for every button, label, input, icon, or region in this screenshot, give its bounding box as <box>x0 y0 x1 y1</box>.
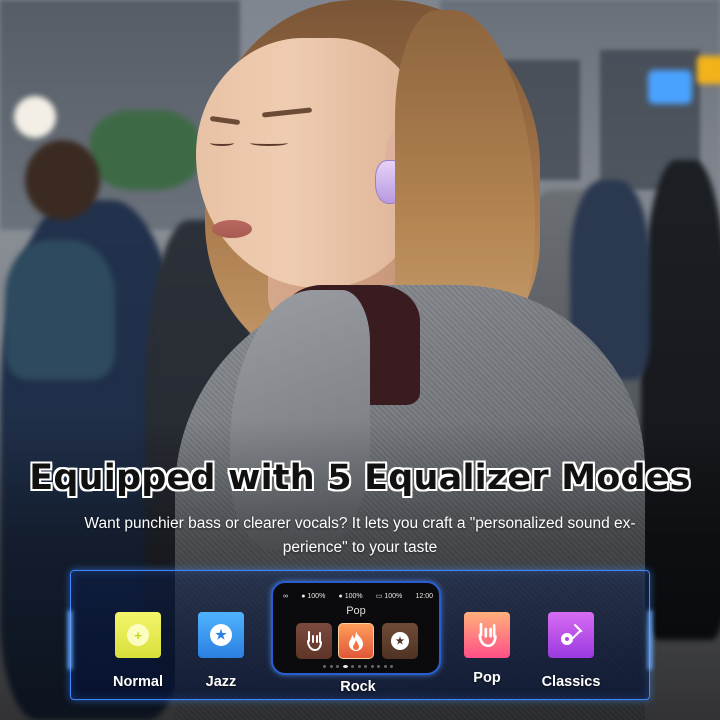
blue-sign-light <box>648 70 692 104</box>
clock: 12:00 <box>415 592 433 600</box>
panel-glow-left <box>68 610 72 670</box>
yellow-sign-light <box>697 56 720 84</box>
eq-mode-label: Jazz <box>205 674 237 690</box>
battery-case: ▭ 100% <box>375 593 403 600</box>
normal-tile: + <box>115 612 161 658</box>
eq-mode-label-rock: Rock <box>340 679 376 695</box>
star-icon[interactable]: ★ <box>382 623 418 659</box>
phone-mode-title: Pop <box>346 605 366 617</box>
guitar-icon <box>561 624 583 645</box>
page-dots <box>323 665 393 668</box>
eq-mode-label: Pop <box>473 670 501 686</box>
battery-left: ● 100% <box>301 592 326 600</box>
rock-hand-icon <box>478 622 497 648</box>
eq-mode-jazz[interactable]: ★ Jazz <box>186 612 256 690</box>
street-light <box>14 96 56 138</box>
rock-hand-icon[interactable] <box>296 623 332 659</box>
closed-eye <box>210 140 234 146</box>
star-icon: ★ <box>210 624 232 646</box>
pedestrian-head <box>25 140 100 220</box>
subtext: Want punchier bass or clearer vocals? It… <box>84 515 636 556</box>
eq-mode-normal[interactable]: + Normal <box>103 612 173 690</box>
plus-icon: + <box>127 624 149 646</box>
pop-tile <box>464 612 510 658</box>
link-icon: ∞ <box>283 592 288 600</box>
eq-mode-label: Classics <box>541 674 601 690</box>
eq-mode-classics[interactable]: Classics <box>536 612 606 690</box>
panel-glow-right <box>648 610 652 670</box>
backpack <box>5 240 115 380</box>
closed-eye <box>250 140 288 146</box>
classics-tile <box>548 612 594 658</box>
headline: Equipped with 5 Equalizer Modes <box>29 458 691 498</box>
phone-screen[interactable]: ∞ ● 100% ● 100% ▭ 100% 12:00 Pop ★ <box>271 581 441 675</box>
eq-mode-label: Normal <box>113 674 163 690</box>
eq-mode-pop[interactable]: Pop <box>452 612 522 686</box>
jazz-tile: ★ <box>198 612 244 658</box>
battery-right: ● 100% <box>338 592 363 600</box>
tree <box>90 110 200 190</box>
phone-status-bar: ∞ ● 100% ● 100% ▭ 100% 12:00 <box>283 591 433 601</box>
lips <box>212 220 252 238</box>
flame-icon[interactable] <box>338 623 374 659</box>
